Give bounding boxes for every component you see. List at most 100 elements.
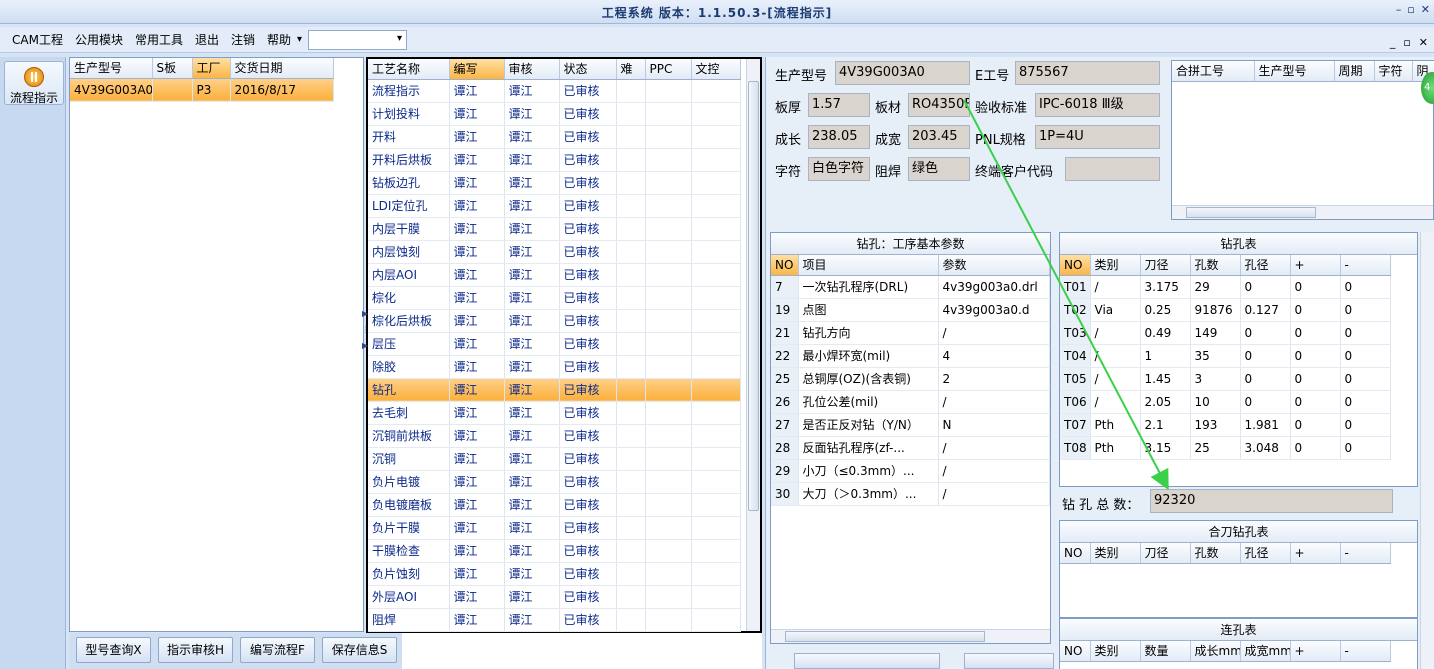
maximize-icon[interactable]: ▫ bbox=[1407, 3, 1414, 16]
review-button[interactable]: 指示审核H bbox=[158, 637, 233, 663]
material-field[interactable]: RO4350B bbox=[908, 93, 970, 117]
col-s[interactable]: S板 bbox=[152, 58, 193, 79]
thickness-field[interactable]: 1.57 bbox=[808, 93, 870, 117]
bottom-tab-2[interactable] bbox=[964, 653, 1054, 669]
col-combine-model[interactable]: 生产型号 bbox=[1254, 61, 1335, 82]
mask-field[interactable]: 绿色 bbox=[908, 157, 970, 181]
menu-help[interactable]: 帮助 bbox=[261, 30, 297, 50]
col-process[interactable]: 工艺名称 bbox=[368, 59, 450, 80]
nav-process-button[interactable]: 流程指示 bbox=[4, 61, 64, 105]
table-row[interactable]: T06/2.05 10 0 0 0 bbox=[1060, 390, 1391, 414]
table-row[interactable]: 25 总铜厚(OZ)(含表铜) 2 bbox=[771, 367, 1050, 391]
length-field[interactable]: 238.05 bbox=[808, 125, 870, 149]
table-row[interactable]: T08 Pth 3.15 25 3.048 0 0 bbox=[1060, 436, 1391, 460]
width-field[interactable]: 203.45 bbox=[908, 125, 970, 149]
col-plus[interactable]: + bbox=[1290, 641, 1341, 662]
col-combine-no[interactable]: 合拼工号 bbox=[1172, 61, 1255, 82]
col-item[interactable]: 项目 bbox=[798, 255, 939, 276]
splitter-grip-icon[interactable]: ▶ ⋮ ▶ bbox=[362, 310, 370, 350]
col-review[interactable]: 审核 bbox=[504, 59, 560, 80]
table-row[interactable]: 26 孔位公差(mil) / bbox=[771, 390, 1050, 414]
col-status[interactable]: 状态 bbox=[559, 59, 617, 80]
table-row[interactable]: 层压 谭江 谭江 已审核 bbox=[368, 332, 741, 356]
table-row[interactable]: 棕化 谭江 谭江 已审核 bbox=[368, 286, 741, 310]
col-param[interactable]: 参数 bbox=[938, 255, 1050, 276]
write-flow-button[interactable]: 编写流程F bbox=[240, 637, 315, 663]
save-info-button[interactable]: 保存信息S bbox=[322, 637, 397, 663]
col-author[interactable]: 编写 bbox=[449, 59, 505, 80]
col-plus[interactable]: + bbox=[1290, 543, 1341, 564]
table-row[interactable]: 钻板边孔 谭江 谭江 已审核 bbox=[368, 171, 741, 195]
table-row[interactable]: T03/0.49 149 0 0 0 bbox=[1060, 321, 1391, 345]
mdi-close-icon[interactable]: ✕ bbox=[1419, 36, 1428, 49]
table-row[interactable]: 钻孔 谭江 谭江 已审核 bbox=[368, 378, 741, 402]
drill-total-field[interactable]: 92320 bbox=[1150, 489, 1393, 513]
scroll-thumb[interactable] bbox=[748, 81, 759, 511]
right-scrollbar[interactable] bbox=[1420, 232, 1434, 669]
col-combine-cycle[interactable]: 周期 bbox=[1334, 61, 1375, 82]
table-row[interactable]: T07 Pth 2.1 193 1.981 0 0 bbox=[1060, 413, 1391, 437]
combine-hscroll[interactable] bbox=[1172, 205, 1433, 219]
chevron-down-icon[interactable]: ▾ bbox=[297, 34, 302, 45]
col-ppc[interactable]: PPC bbox=[645, 59, 692, 80]
col-count[interactable]: 孔数 bbox=[1190, 543, 1241, 564]
table-row[interactable]: 开料 谭江 谭江 已审核 bbox=[368, 125, 741, 149]
col-doc[interactable]: 文控 bbox=[691, 59, 741, 80]
scroll-thumb[interactable] bbox=[1186, 207, 1316, 218]
col-width[interactable]: 成宽mm bbox=[1240, 641, 1291, 662]
mdi-minimize-icon[interactable]: _ bbox=[1390, 36, 1396, 49]
col-no[interactable]: NO bbox=[771, 255, 799, 276]
table-row[interactable]: T01/3.175 29 0 0 0 bbox=[1060, 275, 1391, 299]
col-no[interactable]: NO bbox=[1060, 641, 1091, 662]
table-row[interactable]: 内层蚀刻 谭江 谭江 已审核 bbox=[368, 240, 741, 264]
col-minus[interactable]: - bbox=[1340, 543, 1391, 564]
e-field[interactable]: 875567 bbox=[1015, 61, 1160, 85]
menu-common-tools[interactable]: 常用工具 bbox=[129, 30, 189, 50]
table-row[interactable]: 30 大刀（＞0.3mm）... / bbox=[771, 482, 1050, 506]
table-row[interactable]: 负片蚀刻 谭江 谭江 已审核 bbox=[368, 562, 741, 586]
table-row[interactable]: 19 点图 4v39g003a0.d bbox=[771, 298, 1050, 322]
menu-exit[interactable]: 退出 bbox=[189, 30, 225, 50]
table-row[interactable]: 开料后烘板 谭江 谭江 已审核 bbox=[368, 148, 741, 172]
toolbar-combo[interactable] bbox=[308, 29, 408, 50]
table-row[interactable]: 沉铜 谭江 谭江 已审核 bbox=[368, 447, 741, 471]
col-model[interactable]: 生产型号 bbox=[70, 58, 153, 79]
menu-logout[interactable]: 注销 bbox=[225, 30, 261, 50]
table-row[interactable]: T05/1.45 3 0 0 0 bbox=[1060, 367, 1391, 391]
minimize-icon[interactable]: – bbox=[1396, 3, 1402, 16]
table-row[interactable]: 负电镀磨板 谭江 谭江 已审核 bbox=[368, 493, 741, 517]
col-combine-char[interactable]: 字符 bbox=[1374, 61, 1413, 82]
col-qty[interactable]: 数量 bbox=[1140, 641, 1191, 662]
menu-public-modules[interactable]: 公用模块 bbox=[69, 30, 129, 50]
col-plus[interactable]: + bbox=[1290, 255, 1341, 276]
col-tool[interactable]: 刀径 bbox=[1140, 255, 1191, 276]
table-row[interactable]: 棕化后烘板 谭江 谭江 已审核 bbox=[368, 309, 741, 333]
col-count[interactable]: 孔数 bbox=[1190, 255, 1241, 276]
col-minus[interactable]: - bbox=[1340, 641, 1391, 662]
table-row[interactable]: 27 是否正反对钻（Y/N） N bbox=[771, 413, 1050, 437]
menu-cam[interactable]: CAM工程 bbox=[6, 30, 69, 50]
table-row[interactable]: 除胶 谭江 谭江 已审核 bbox=[368, 355, 741, 379]
table-row[interactable]: 29 小刀（≤0.3mm）... / bbox=[771, 459, 1050, 483]
close-icon[interactable]: ✕ bbox=[1421, 3, 1430, 16]
col-tool[interactable]: 刀径 bbox=[1140, 543, 1191, 564]
col-difficulty[interactable]: 难 bbox=[616, 59, 646, 80]
table-row[interactable]: T02 Via 0.25 91876 0.127 0 0 bbox=[1060, 298, 1391, 322]
table-row[interactable]: 22 最小焊环宽(mil) 4 bbox=[771, 344, 1050, 368]
table-row[interactable]: 流程指示 谭江 谭江 已审核 bbox=[368, 79, 741, 103]
table-row[interactable]: 干膜检查 谭江 谭江 已审核 bbox=[368, 539, 741, 563]
table-row[interactable]: 内层AOI 谭江 谭江 已审核 bbox=[368, 263, 741, 287]
table-row[interactable]: 沉铜前烘板 谭江 谭江 已审核 bbox=[368, 424, 741, 448]
char-field[interactable]: 白色字符 bbox=[808, 157, 870, 181]
mdi-restore-icon[interactable]: ▫ bbox=[1403, 36, 1410, 49]
table-row[interactable]: T04/1 35 0 0 0 bbox=[1060, 344, 1391, 368]
col-hole[interactable]: 孔径 bbox=[1240, 543, 1291, 564]
col-minus[interactable]: - bbox=[1340, 255, 1391, 276]
table-row[interactable]: 内层干膜 谭江 谭江 已审核 bbox=[368, 217, 741, 241]
params-hscroll[interactable] bbox=[771, 629, 1050, 643]
table-row[interactable]: LDI定位孔 谭江 谭江 已审核 bbox=[368, 194, 741, 218]
col-type[interactable]: 类别 bbox=[1090, 255, 1141, 276]
col-type[interactable]: 类别 bbox=[1090, 641, 1141, 662]
col-date[interactable]: 交货日期 bbox=[230, 58, 334, 79]
col-no[interactable]: NO bbox=[1060, 255, 1091, 276]
